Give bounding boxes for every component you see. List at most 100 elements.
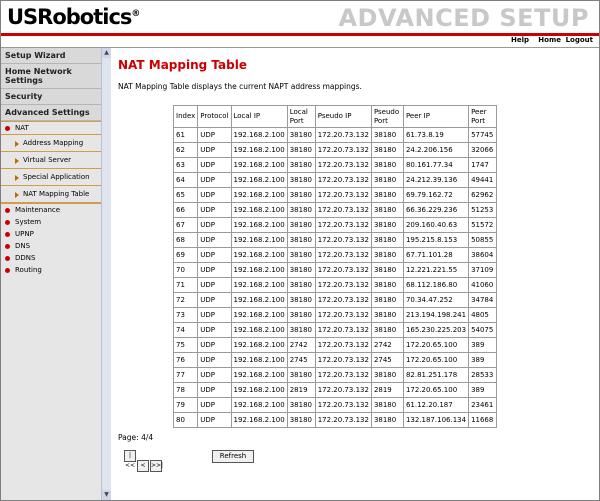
table-cell: 38180 — [370, 232, 404, 248]
table-cell: 38180 — [286, 247, 316, 263]
table-cell: 38180 — [286, 142, 316, 158]
table-cell: 172.20.73.132 — [314, 352, 372, 368]
table-cell: 38180 — [370, 397, 404, 413]
table-cell: 66 — [172, 202, 199, 218]
table-cell: 192.168.2.100 — [230, 352, 288, 368]
table-cell: 23461 — [468, 397, 498, 413]
last-page-button[interactable]: >>| — [150, 460, 163, 472]
sidebar-item-dns[interactable]: DNS — [1, 240, 101, 252]
sidebar-item-home-network-settings[interactable]: Home Network Settings — [1, 64, 101, 89]
table-cell: 34784 — [468, 292, 498, 308]
sidebar-item-virtual-server[interactable]: Virtual Server — [1, 151, 101, 168]
bullet-icon — [5, 126, 10, 131]
table-row: 62 UDP 192.168.2.100 38180 172.20.73.132 3818… — [172, 142, 498, 158]
table-cell: 38180 — [286, 277, 316, 293]
table-cell: 172.20.73.132 — [314, 307, 372, 323]
table-cell: 38180 — [370, 322, 404, 338]
table-cell: 192.168.2.100 — [230, 322, 288, 338]
table-cell: UDP — [197, 247, 232, 263]
table-cell: 49441 — [468, 172, 498, 188]
table-cell: 38180 — [286, 262, 316, 278]
table-cell: UDP — [197, 292, 232, 308]
table-cell: 51253 — [468, 202, 498, 218]
sidebar-item-nat[interactable]: NAT — [1, 122, 101, 134]
arrow-right-icon — [15, 192, 19, 198]
sidebar-item-ddns[interactable]: DDNS — [1, 252, 101, 264]
table-cell: 62 — [172, 142, 199, 158]
table-cell: UDP — [197, 232, 232, 248]
table-row: 75 UDP 192.168.2.100 2742 172.20.73.132 2742 1… — [172, 337, 498, 353]
table-cell: 38180 — [370, 217, 404, 233]
table-cell: 72 — [172, 292, 199, 308]
table-cell: UDP — [197, 337, 232, 353]
header: USRobotics® ADVANCED SETUP — [1, 1, 599, 33]
table-cell: UDP — [197, 202, 232, 218]
table-cell: 79 — [172, 397, 199, 413]
sidebar-scrollbar[interactable]: ▲ ▼ — [101, 48, 111, 500]
table-cell: 172.20.73.132 — [314, 202, 372, 218]
table-cell: 54075 — [468, 322, 498, 338]
table-cell: UDP — [197, 397, 232, 413]
sidebar-item-security[interactable]: Security — [1, 89, 101, 105]
table-cell: 38180 — [286, 397, 316, 413]
table-cell: 38180 — [286, 127, 316, 143]
table-cell: 67.71.101.28 — [402, 247, 470, 263]
table-cell: 132.187.106.134 — [402, 412, 470, 428]
table-cell: 69 — [172, 247, 199, 263]
sidebar-item-system[interactable]: System — [1, 216, 101, 228]
table-cell: 172.20.73.132 — [314, 217, 372, 233]
table-cell: 32066 — [468, 142, 498, 158]
table-cell: 172.20.65.100 — [402, 352, 470, 368]
table-cell: 38180 — [286, 322, 316, 338]
sidebar-item-nat-mapping-table[interactable]: NAT Mapping Table — [1, 185, 101, 202]
table-cell: 61 — [172, 127, 199, 143]
bullet-icon — [5, 268, 10, 273]
scroll-down-icon[interactable]: ▼ — [102, 490, 111, 500]
table-cell: UDP — [197, 217, 232, 233]
table-cell: 38180 — [370, 412, 404, 428]
sidebar-item-upnp[interactable]: UPNP — [1, 228, 101, 240]
refresh-button[interactable]: Refresh — [212, 450, 254, 463]
sidebar-item-setup-wizard[interactable]: Setup Wizard — [1, 48, 101, 64]
bullet-icon — [5, 256, 10, 261]
table-cell: 38180 — [370, 202, 404, 218]
table-cell: 2745 — [370, 352, 404, 368]
home-link[interactable]: Home — [538, 36, 561, 44]
table-cell: 57745 — [468, 127, 498, 143]
page-indicator: Page: 4/4 — [118, 433, 154, 442]
table-cell: 192.168.2.100 — [230, 307, 288, 323]
table-cell: 172.20.73.132 — [314, 367, 372, 383]
table-cell: 38180 — [370, 292, 404, 308]
column-index: Index — [172, 105, 199, 128]
sidebar-item-routing[interactable]: Routing — [1, 264, 101, 276]
table-cell: UDP — [197, 382, 232, 398]
page-description: NAT Mapping Table displays the current N… — [118, 82, 362, 91]
table-body: 61 UDP 192.168.2.100 38180 172.20.73.132 3818… — [172, 127, 498, 428]
table-cell: 2819 — [370, 382, 404, 398]
table-cell: 172.20.73.132 — [314, 187, 372, 203]
sidebar-item-special-application[interactable]: Special Application — [1, 168, 101, 185]
table-cell: 62962 — [468, 187, 498, 203]
table-cell: 172.20.73.132 — [314, 142, 372, 158]
table-cell: 71 — [172, 277, 199, 293]
logout-link[interactable]: Logout — [566, 36, 593, 44]
first-page-button[interactable]: |<< — [124, 450, 136, 469]
table-row: 77 UDP 192.168.2.100 38180 172.20.73.132 3818… — [172, 367, 498, 383]
sidebar-item-address-mapping[interactable]: Address Mapping — [1, 134, 101, 151]
table-row: 65 UDP 192.168.2.100 38180 172.20.73.132 3818… — [172, 187, 498, 203]
table-cell: 4805 — [468, 307, 498, 323]
main-content: NAT Mapping Table NAT Mapping Table disp… — [112, 48, 599, 500]
table-cell: 172.20.65.100 — [402, 337, 470, 353]
prev-page-button[interactable]: < — [137, 460, 149, 472]
scroll-up-icon[interactable]: ▲ — [102, 48, 111, 58]
table-cell: 75 — [172, 337, 199, 353]
table-cell: 172.20.73.132 — [314, 277, 372, 293]
sidebar-item-maintenance[interactable]: Maintenance — [1, 204, 101, 216]
table-cell: 38180 — [370, 172, 404, 188]
column-local-port: Local Port — [286, 105, 316, 128]
help-link[interactable]: Help — [511, 36, 529, 44]
sidebar-item-advanced-settings[interactable]: Advanced Settings — [1, 105, 101, 121]
table-cell: 64 — [172, 172, 199, 188]
table-row: 63 UDP 192.168.2.100 38180 172.20.73.132 3818… — [172, 157, 498, 173]
table-row: 76 UDP 192.168.2.100 2745 172.20.73.132 2745 1… — [172, 352, 498, 368]
